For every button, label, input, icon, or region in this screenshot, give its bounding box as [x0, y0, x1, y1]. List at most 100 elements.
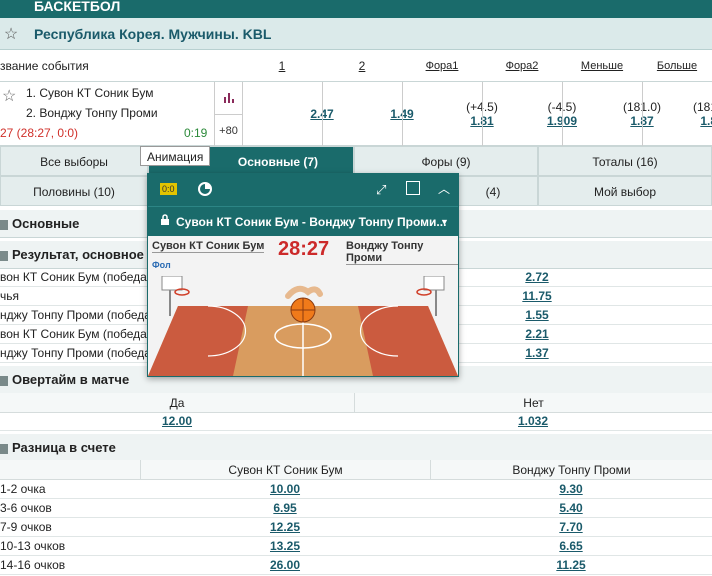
scoreboard-icon[interactable]: 0:0 [160, 183, 177, 195]
anim-team-home: Сувон КТ Соник Бум [152, 240, 265, 253]
collapse-marker-icon [0, 443, 8, 454]
section-overtime-title: Овертайм в матче [12, 372, 130, 387]
overtime-header: Да Нет [0, 393, 712, 413]
tab-my-choice[interactable]: Мой выбор [538, 176, 712, 206]
collapse-marker-icon [0, 375, 8, 386]
diff-label: 1-2 очка [0, 482, 46, 496]
column-more-header[interactable]: Больше [642, 50, 712, 82]
diff-col1: Сувон КТ Соник Бум [140, 460, 430, 480]
league-bar: ☆ Республика Корея. Мужчины. KBL [0, 18, 712, 50]
dropdown-arrow-icon[interactable]: ▼ [440, 207, 449, 237]
column-2-header[interactable]: 2 [322, 50, 402, 82]
tab-foras[interactable]: Форы (9) [354, 146, 538, 176]
odds-columns-header: звание события 1 2 Фора1 Фора2 Меньше Бо… [0, 50, 712, 82]
result-odd[interactable]: 2.21 [500, 325, 574, 344]
collapse-marker-icon [0, 219, 8, 230]
anim-clock: 28:27 [278, 238, 330, 260]
stats-chart-icon[interactable] [214, 82, 242, 114]
result-label: нджу Тонпу Проми (победа [0, 346, 151, 360]
diff-odd-b[interactable]: 6.65 [430, 537, 712, 556]
animation-toolbar: 0:0 ⤢ ︿ [148, 174, 458, 206]
odd-cell-more[interactable]: (181.0) 1.83 [642, 82, 712, 146]
favorite-star-icon[interactable]: ☆ [0, 24, 22, 44]
section-diff-title: Разница в счете [12, 440, 116, 455]
event-column-header: звание события [0, 59, 89, 73]
odd-cell-1[interactable]: 2.47 [242, 82, 334, 146]
diff-odd-b[interactable]: 11.25 [430, 556, 712, 575]
tab-halves[interactable]: Половины (10) [0, 176, 148, 206]
animation-panel[interactable]: 0:0 ⤢ ︿ Сувон КТ Соник Бум - Вонджу Тонп… [147, 173, 459, 377]
result-label: нджу Тонпу Проми (победа [0, 308, 151, 322]
overtime-row: 12.00 1.032 [0, 412, 712, 431]
result-label: вон КТ Соник Бум (победа [0, 270, 147, 284]
live-score: 27 (28:27, 0:0) [0, 126, 79, 140]
result-label: чья [0, 289, 20, 303]
section-main-title: Основные [12, 216, 80, 231]
animation-match-selector[interactable]: Сувон КТ Соник Бум - Вонджу Тонпу Проми.… [148, 206, 458, 236]
diff-odd-a[interactable]: 13.25 [140, 537, 430, 556]
overtime-no-odd[interactable]: 1.032 [354, 412, 712, 431]
tab-all[interactable]: Все выборы [0, 146, 148, 176]
collapse-marker-icon [0, 250, 8, 261]
diff-odd-a[interactable]: 12.25 [140, 518, 430, 537]
result-label: вон КТ Соник Бум (победа [0, 327, 147, 341]
diff-odd-a[interactable]: 10.00 [140, 480, 430, 499]
diff-row: 14-16 очков 26.00 11.25 [0, 556, 712, 575]
odd-cell-less[interactable]: (181.0) 1.87 [562, 82, 661, 146]
section-result-title: Результат, основное [12, 247, 144, 262]
more-markets-button[interactable]: +80 [214, 114, 242, 146]
diff-row: 10-13 очков 13.25 6.65 [0, 537, 712, 556]
diff-row: 3-6 очков 6.95 5.40 [0, 499, 712, 518]
diff-row: 7-9 очков 12.25 7.70 [0, 518, 712, 537]
animation-court: Сувон КТ Соник Бум 28:27 Вонджу Тонпу Пр… [148, 236, 458, 376]
result-odd[interactable]: 2.72 [500, 268, 574, 287]
more-total: (181.0) [692, 100, 712, 114]
sport-header: БАСКЕТБОЛ [0, 0, 712, 18]
sport-title: БАСКЕТБОЛ [34, 0, 121, 14]
animation-tooltip: Анимация [140, 146, 211, 166]
column-1-header[interactable]: 1 [242, 50, 322, 82]
diff-odd-b[interactable]: 9.30 [430, 480, 712, 499]
lock-icon [160, 207, 170, 237]
expand-icon[interactable]: ⤢ [376, 182, 386, 198]
team1-name[interactable]: 1. Сувон КТ Соник Бум [26, 86, 154, 100]
column-fora1-header[interactable]: Фора1 [402, 50, 482, 82]
anim-event-label: Фол [152, 260, 171, 270]
section-diff[interactable]: Разница в счете [0, 434, 712, 462]
diff-odd-b[interactable]: 7.70 [430, 518, 712, 537]
overtime-no-label: Нет [354, 393, 712, 413]
more-odd[interactable]: 1.83 [678, 114, 712, 128]
diff-row: 1-2 очка 10.00 9.30 [0, 480, 712, 499]
diff-header: Сувон КТ Соник Бум Вонджу Тонпу Проми [0, 460, 712, 480]
result-odd[interactable]: 11.75 [500, 287, 574, 306]
court-graphic [148, 276, 458, 376]
diff-label: 10-13 очков [0, 539, 66, 553]
anim-team-away: Вонджу Тонпу Проми [346, 240, 458, 265]
odd-cell-2[interactable]: 1.49 [322, 82, 414, 146]
diff-label: 3-6 очков [0, 501, 52, 515]
diff-odd-a[interactable]: 26.00 [140, 556, 430, 575]
event-row: ☆ 1. Сувон КТ Соник Бум 2. Вонджу Тонпу … [0, 82, 712, 146]
league-title[interactable]: Республика Корея. Мужчины. KBL [34, 26, 271, 42]
match-time: 0:19 [184, 126, 208, 140]
stats-pie-icon[interactable] [198, 182, 212, 199]
result-odd[interactable]: 1.37 [500, 344, 574, 363]
diff-odd-b[interactable]: 5.40 [430, 499, 712, 518]
collapse-chevron-icon[interactable]: ︿ [438, 180, 450, 197]
tab-totals[interactable]: Тоталы (16) [538, 146, 712, 176]
animation-match-title[interactable]: Сувон КТ Соник Бум - Вонджу Тонпу Проми.… [176, 215, 446, 229]
diff-col2: Вонджу Тонпу Проми [430, 460, 712, 480]
diff-label: 7-9 очков [0, 520, 52, 534]
overtime-yes-label: Да [169, 396, 185, 410]
diff-odd-a[interactable]: 6.95 [140, 499, 430, 518]
popout-icon[interactable] [406, 181, 420, 195]
column-less-header[interactable]: Меньше [562, 50, 642, 82]
diff-label: 14-16 очков [0, 558, 66, 572]
odd-cell-fora1[interactable]: (+4.5) 1.81 [402, 82, 498, 146]
team2-name[interactable]: 2. Вонджу Тонпу Проми [26, 106, 158, 120]
result-odd[interactable]: 1.55 [500, 306, 574, 325]
odd-cell-fora2[interactable]: (-4.5) 1.909 [482, 82, 577, 146]
event-favorite-star-icon[interactable]: ☆ [2, 86, 16, 106]
column-fora2-header[interactable]: Фора2 [482, 50, 562, 82]
overtime-yes-odd[interactable]: 12.00 [0, 412, 354, 431]
